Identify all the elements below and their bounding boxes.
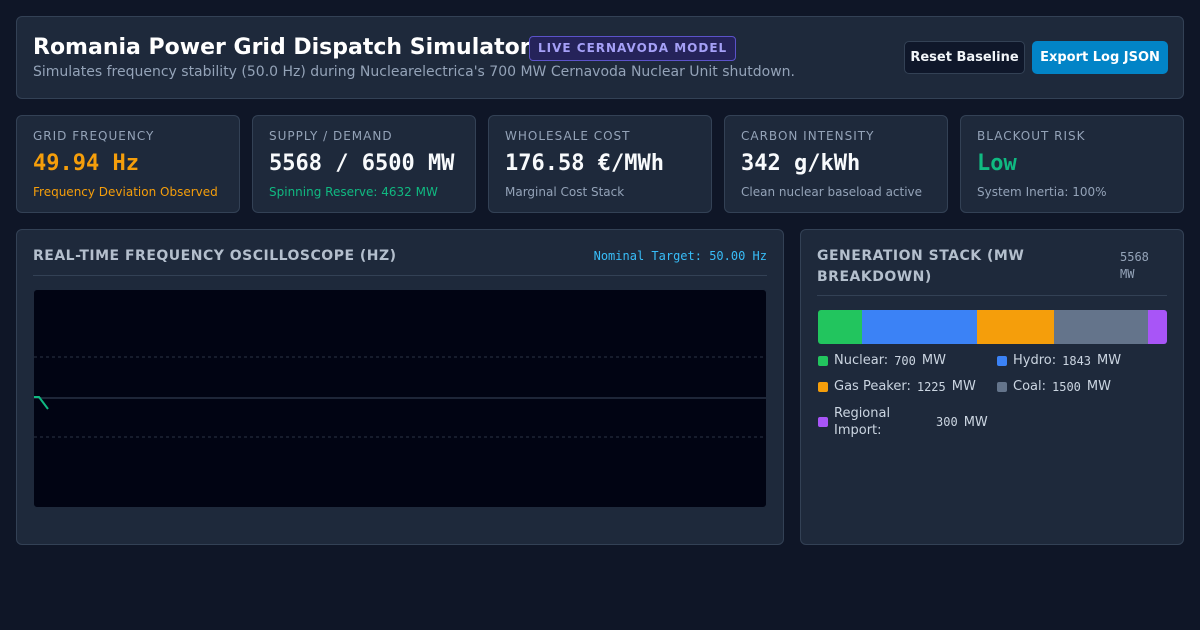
legend-unit: MW (921, 353, 946, 368)
generation-total: 5568 MW (1120, 249, 1170, 283)
legend-item-regional-import: Regional Import: 300 MW (818, 405, 988, 439)
legend-unit: MW (1086, 379, 1111, 394)
stack-segment-coal (1054, 310, 1149, 344)
generation-stack-title: GENERATION STACK (MW BREAKDOWN) (817, 248, 1025, 285)
divider (817, 295, 1167, 296)
metric-card-carbon-intensity: CARBON INTENSITY 342 g/kWh Clean nuclear… (724, 115, 948, 213)
nominal-target-label: Nominal Target: 50.00 Hz (593, 249, 767, 263)
legend-value: 1500 (1052, 379, 1081, 394)
generation-stack-bar (818, 310, 1167, 344)
app-header: Romania Power Grid Dispatch Simulator LI… (16, 16, 1184, 99)
metric-value: 5568 / 6500 MW (269, 151, 455, 176)
legend-value: 1843 (1062, 353, 1092, 368)
generation-stack-panel: GENERATION STACK (MW BREAKDOWN) 5568 MW … (800, 229, 1184, 545)
legend-value: 300 (936, 415, 958, 429)
stack-segment-regional-import (1148, 310, 1167, 344)
metric-card-blackout-risk: BLACKOUT RISK Low System Inertia: 100% (960, 115, 1184, 213)
metric-card-supply-demand: SUPPLY / DEMAND 5568 / 6500 MW Spinning … (252, 115, 476, 213)
legend-label: Hydro: (1013, 353, 1057, 368)
live-model-badge: LIVE CERNAVODA MODEL (529, 36, 737, 61)
legend-value: 1225 (916, 379, 946, 394)
stack-segment-gas-peaker (977, 310, 1055, 344)
metric-label: SUPPLY / DEMAND (269, 129, 393, 143)
stack-segment-hydro (861, 310, 978, 344)
swatch-icon (997, 381, 1007, 392)
metric-card-grid-frequency: GRID FREQUENCY 49.94 Hz Frequency Deviat… (16, 115, 240, 213)
reset-baseline-button[interactable]: Reset Baseline (904, 41, 1025, 74)
metric-label: BLACKOUT RISK (977, 129, 1086, 143)
metric-note: Frequency Deviation Observed (33, 185, 218, 199)
legend-unit: MW (951, 379, 976, 394)
metric-note: Clean nuclear baseload active (741, 185, 923, 199)
legend-item-coal: Coal: 1500 MW (997, 379, 1111, 394)
swatch-icon (997, 355, 1007, 366)
metric-value: Low (977, 151, 1017, 176)
swatch-icon (818, 381, 828, 392)
metric-note: Spinning Reserve: 4632 MW (269, 185, 438, 199)
metric-label: GRID FREQUENCY (33, 129, 155, 143)
swatch-icon (818, 355, 828, 366)
generation-total-value: 5568 (1120, 250, 1149, 264)
legend-value: 700 (894, 353, 916, 368)
oscilloscope-screen (33, 289, 767, 508)
swatch-icon (818, 417, 828, 427)
legend-label: Gas Peaker: (834, 379, 911, 394)
divider (33, 275, 767, 276)
legend-unit: MW (1097, 353, 1122, 368)
legend-item-hydro: Hydro: 1843 MW (997, 353, 1121, 368)
oscilloscope-title: REAL-TIME FREQUENCY OSCILLOSCOPE (HZ) (33, 248, 397, 264)
metric-card-wholesale-cost: WHOLESALE COST 176.58 €/MWh Marginal Cos… (488, 115, 712, 213)
export-log-button[interactable]: Export Log JSON (1032, 41, 1168, 74)
legend-label: Coal: (1013, 379, 1046, 394)
legend-unit: MW (963, 414, 988, 430)
metric-note: Marginal Cost Stack (505, 185, 625, 199)
legend-item-gas-peaker: Gas Peaker: 1225 MW (818, 379, 976, 394)
legend-item-nuclear: Nuclear: 700 MW (818, 353, 946, 368)
metric-value: 176.58 €/MWh (505, 151, 664, 176)
generation-total-unit: MW (1120, 267, 1135, 281)
metric-value: 342 g/kWh (741, 151, 861, 176)
metric-label: WHOLESALE COST (505, 129, 631, 143)
oscilloscope-plot (34, 356, 766, 438)
legend-label: Nuclear: (834, 353, 889, 368)
metric-value: 49.94 Hz (33, 151, 139, 176)
app-title: Romania Power Grid Dispatch Simulator (33, 35, 531, 60)
app-subtitle: Simulates frequency stability (50.0 Hz) … (33, 64, 795, 80)
legend-label: Regional Import: (834, 406, 891, 438)
metric-label: CARBON INTENSITY (741, 129, 875, 143)
stack-segment-nuclear (818, 310, 862, 344)
metric-note: System Inertia: 100% (977, 185, 1107, 199)
frequency-oscilloscope-panel: REAL-TIME FREQUENCY OSCILLOSCOPE (HZ) No… (16, 229, 784, 545)
